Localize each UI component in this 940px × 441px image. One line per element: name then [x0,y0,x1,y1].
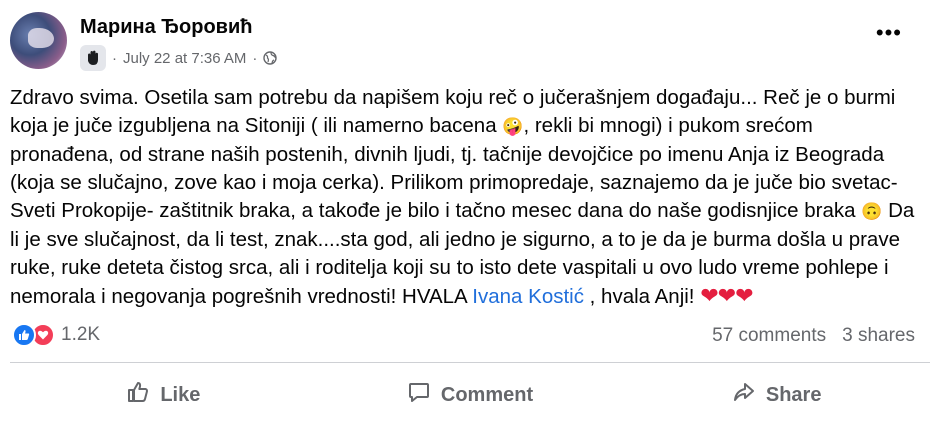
facebook-post: Марина Ђоровић · July 22 at 7:36 AM · ••… [0,0,940,441]
post-actions: Like Comment Share [10,370,930,420]
shares-count[interactable]: 3 shares [842,325,915,347]
upside-down-face-emoji-icon: 🙃 [861,202,883,221]
divider [10,362,930,363]
thumbs-up-icon [126,380,150,410]
post-timestamp[interactable]: July 22 at 7:36 AM [123,50,246,67]
reaction-icons [12,323,55,347]
author-name[interactable]: Марина Ђоровић [80,16,252,39]
zany-face-emoji-icon: 🤪 [502,117,524,136]
hand-badge-icon[interactable] [80,45,106,71]
like-icon [12,323,36,347]
comment-button[interactable]: Comment [317,370,624,420]
share-label: Share [765,383,822,406]
reactions-summary[interactable]: 1.2K [12,323,100,347]
like-button[interactable]: Like [10,370,317,420]
comment-icon [407,380,431,410]
avatar[interactable] [10,12,67,69]
comments-count[interactable]: 57 comments [712,325,826,347]
post-text-part-4: , hvala Anji! [583,285,701,308]
separator-dot: · [252,49,258,67]
reaction-count[interactable]: 1.2K [61,324,100,346]
post-body: Zdravo svima. Osetila sam potrebu da nap… [10,84,916,311]
share-icon [732,380,756,410]
separator-dot: · [112,49,117,67]
comment-label: Comment [440,383,534,406]
like-label: Like [160,383,201,406]
share-button[interactable]: Share [623,370,930,420]
globe-icon[interactable] [263,51,278,65]
mention-link[interactable]: Ivana Kostić [472,285,584,308]
post-meta: · July 22 at 7:36 AM · [80,45,278,71]
hearts-emoji-icon: ❤❤❤ [700,283,753,308]
post-stats: 57 comments 3 shares [712,325,915,347]
post-text: Zdravo svima. Osetila sam potrebu da nap… [10,84,916,311]
more-options-icon[interactable]: ••• [876,22,902,44]
